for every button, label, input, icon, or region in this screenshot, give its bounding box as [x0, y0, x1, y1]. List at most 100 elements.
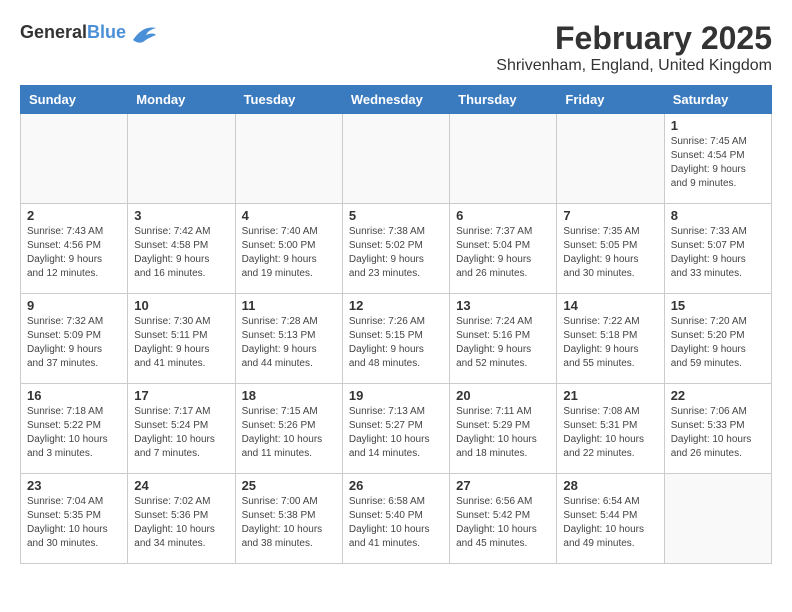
logo-bird-icon — [128, 20, 158, 45]
day-info: Sunrise: 7:11 AM Sunset: 5:29 PM Dayligh… — [456, 405, 550, 461]
calendar-cell: 23 Sunrise: 7:04 AM Sunset: 5:35 PM Dayli… — [21, 474, 128, 564]
day-info: Sunrise: 7:28 AM Sunset: 5:13 PM Dayligh… — [242, 315, 336, 371]
calendar-cell — [342, 114, 449, 204]
day-info: Sunrise: 7:37 AM Sunset: 5:04 PM Dayligh… — [456, 225, 550, 281]
day-number: 13 — [456, 298, 550, 313]
day-info: Sunrise: 7:24 AM Sunset: 5:16 PM Dayligh… — [456, 315, 550, 371]
day-info: Sunrise: 7:08 AM Sunset: 5:31 PM Dayligh… — [563, 405, 657, 461]
calendar-cell: 2 Sunrise: 7:43 AM Sunset: 4:56 PM Daylig… — [21, 204, 128, 294]
calendar-cell — [557, 114, 664, 204]
weekday-header-wednesday: Wednesday — [342, 86, 449, 114]
calendar-cell: 3 Sunrise: 7:42 AM Sunset: 4:58 PM Daylig… — [128, 204, 235, 294]
calendar-cell: 11 Sunrise: 7:28 AM Sunset: 5:13 PM Dayli… — [235, 294, 342, 384]
calendar-cell: 1 Sunrise: 7:45 AM Sunset: 4:54 PM Daylig… — [664, 114, 771, 204]
day-number: 15 — [671, 298, 765, 313]
location-title: Shrivenham, England, United Kingdom — [496, 57, 772, 75]
day-number: 7 — [563, 208, 657, 223]
calendar-cell: 17 Sunrise: 7:17 AM Sunset: 5:24 PM Dayli… — [128, 384, 235, 474]
day-info: Sunrise: 7:04 AM Sunset: 5:35 PM Dayligh… — [27, 495, 121, 551]
calendar-cell: 4 Sunrise: 7:40 AM Sunset: 5:00 PM Daylig… — [235, 204, 342, 294]
calendar-cell: 26 Sunrise: 6:58 AM Sunset: 5:40 PM Dayli… — [342, 474, 449, 564]
week-row-4: 23 Sunrise: 7:04 AM Sunset: 5:35 PM Dayli… — [21, 474, 772, 564]
day-number: 23 — [27, 478, 121, 493]
day-info: Sunrise: 7:38 AM Sunset: 5:02 PM Dayligh… — [349, 225, 443, 281]
logo-general: General — [20, 22, 87, 42]
calendar-cell: 7Sunrise: 7:35 AM Sunset: 5:05 PM Daylig… — [557, 204, 664, 294]
calendar-cell — [128, 114, 235, 204]
day-number: 19 — [349, 388, 443, 403]
day-info: Sunrise: 7:33 AM Sunset: 5:07 PM Dayligh… — [671, 225, 765, 281]
header: GeneralBlue February 2025 Shrivenham, En… — [20, 20, 772, 75]
day-number: 10 — [134, 298, 228, 313]
day-info: Sunrise: 6:56 AM Sunset: 5:42 PM Dayligh… — [456, 495, 550, 551]
day-info: Sunrise: 7:06 AM Sunset: 5:33 PM Dayligh… — [671, 405, 765, 461]
day-number: 16 — [27, 388, 121, 403]
weekday-header-friday: Friday — [557, 86, 664, 114]
day-number: 2 — [27, 208, 121, 223]
calendar-cell — [664, 474, 771, 564]
calendar-cell: 9Sunrise: 7:32 AM Sunset: 5:09 PM Daylig… — [21, 294, 128, 384]
calendar-cell: 19 Sunrise: 7:13 AM Sunset: 5:27 PM Dayli… — [342, 384, 449, 474]
day-info: Sunrise: 7:17 AM Sunset: 5:24 PM Dayligh… — [134, 405, 228, 461]
month-title: February 2025 — [496, 20, 772, 57]
day-info: Sunrise: 7:40 AM Sunset: 5:00 PM Dayligh… — [242, 225, 336, 281]
calendar-cell: 14Sunrise: 7:22 AM Sunset: 5:18 PM Dayli… — [557, 294, 664, 384]
day-number: 18 — [242, 388, 336, 403]
day-info: Sunrise: 7:02 AM Sunset: 5:36 PM Dayligh… — [134, 495, 228, 551]
day-number: 1 — [671, 118, 765, 133]
day-number: 20 — [456, 388, 550, 403]
calendar-cell: 22Sunrise: 7:06 AM Sunset: 5:33 PM Dayli… — [664, 384, 771, 474]
day-info: Sunrise: 7:26 AM Sunset: 5:15 PM Dayligh… — [349, 315, 443, 371]
day-info: Sunrise: 7:18 AM Sunset: 5:22 PM Dayligh… — [27, 405, 121, 461]
day-number: 26 — [349, 478, 443, 493]
day-info: Sunrise: 7:00 AM Sunset: 5:38 PM Dayligh… — [242, 495, 336, 551]
day-info: Sunrise: 7:15 AM Sunset: 5:26 PM Dayligh… — [242, 405, 336, 461]
day-number: 25 — [242, 478, 336, 493]
title-area: February 2025 Shrivenham, England, Unite… — [496, 20, 772, 75]
day-info: Sunrise: 7:42 AM Sunset: 4:58 PM Dayligh… — [134, 225, 228, 281]
week-row-2: 9Sunrise: 7:32 AM Sunset: 5:09 PM Daylig… — [21, 294, 772, 384]
day-info: Sunrise: 7:30 AM Sunset: 5:11 PM Dayligh… — [134, 315, 228, 371]
day-info: Sunrise: 6:58 AM Sunset: 5:40 PM Dayligh… — [349, 495, 443, 551]
day-info: Sunrise: 7:22 AM Sunset: 5:18 PM Dayligh… — [563, 315, 657, 371]
calendar-cell: 10 Sunrise: 7:30 AM Sunset: 5:11 PM Dayli… — [128, 294, 235, 384]
day-number: 17 — [134, 388, 228, 403]
calendar-cell: 24 Sunrise: 7:02 AM Sunset: 5:36 PM Dayli… — [128, 474, 235, 564]
week-row-0: 1 Sunrise: 7:45 AM Sunset: 4:54 PM Daylig… — [21, 114, 772, 204]
weekday-header-monday: Monday — [128, 86, 235, 114]
calendar-cell: 28 Sunrise: 6:54 AM Sunset: 5:44 PM Dayli… — [557, 474, 664, 564]
logo-blue: Blue — [87, 22, 126, 42]
day-number: 12 — [349, 298, 443, 313]
calendar-cell: 5 Sunrise: 7:38 AM Sunset: 5:02 PM Daylig… — [342, 204, 449, 294]
calendar-cell — [21, 114, 128, 204]
day-number: 21 — [563, 388, 657, 403]
calendar-cell: 12 Sunrise: 7:26 AM Sunset: 5:15 PM Dayli… — [342, 294, 449, 384]
day-number: 4 — [242, 208, 336, 223]
day-info: Sunrise: 6:54 AM Sunset: 5:44 PM Dayligh… — [563, 495, 657, 551]
day-info: Sunrise: 7:20 AM Sunset: 5:20 PM Dayligh… — [671, 315, 765, 371]
calendar-cell: 15 Sunrise: 7:20 AM Sunset: 5:20 PM Dayli… — [664, 294, 771, 384]
calendar-cell — [235, 114, 342, 204]
calendar-cell: 27Sunrise: 6:56 AM Sunset: 5:42 PM Dayli… — [450, 474, 557, 564]
calendar-cell: 21 Sunrise: 7:08 AM Sunset: 5:31 PM Dayli… — [557, 384, 664, 474]
calendar-cell: 16 Sunrise: 7:18 AM Sunset: 5:22 PM Dayli… — [21, 384, 128, 474]
weekday-header-row: SundayMondayTuesdayWednesdayThursdayFrid… — [21, 86, 772, 114]
day-info: Sunrise: 7:45 AM Sunset: 4:54 PM Dayligh… — [671, 135, 765, 191]
day-number: 3 — [134, 208, 228, 223]
day-number: 6 — [456, 208, 550, 223]
day-number: 28 — [563, 478, 657, 493]
calendar-cell: 13 Sunrise: 7:24 AM Sunset: 5:16 PM Dayli… — [450, 294, 557, 384]
day-number: 9 — [27, 298, 121, 313]
week-row-1: 2 Sunrise: 7:43 AM Sunset: 4:56 PM Daylig… — [21, 204, 772, 294]
day-number: 24 — [134, 478, 228, 493]
day-number: 8 — [671, 208, 765, 223]
calendar-cell: 18 Sunrise: 7:15 AM Sunset: 5:26 PM Dayli… — [235, 384, 342, 474]
day-number: 5 — [349, 208, 443, 223]
day-number: 11 — [242, 298, 336, 313]
day-info: Sunrise: 7:43 AM Sunset: 4:56 PM Dayligh… — [27, 225, 121, 281]
weekday-header-sunday: Sunday — [21, 86, 128, 114]
weekday-header-saturday: Saturday — [664, 86, 771, 114]
calendar: SundayMondayTuesdayWednesdayThursdayFrid… — [20, 85, 772, 564]
day-info: Sunrise: 7:13 AM Sunset: 5:27 PM Dayligh… — [349, 405, 443, 461]
calendar-cell: 8 Sunrise: 7:33 AM Sunset: 5:07 PM Daylig… — [664, 204, 771, 294]
